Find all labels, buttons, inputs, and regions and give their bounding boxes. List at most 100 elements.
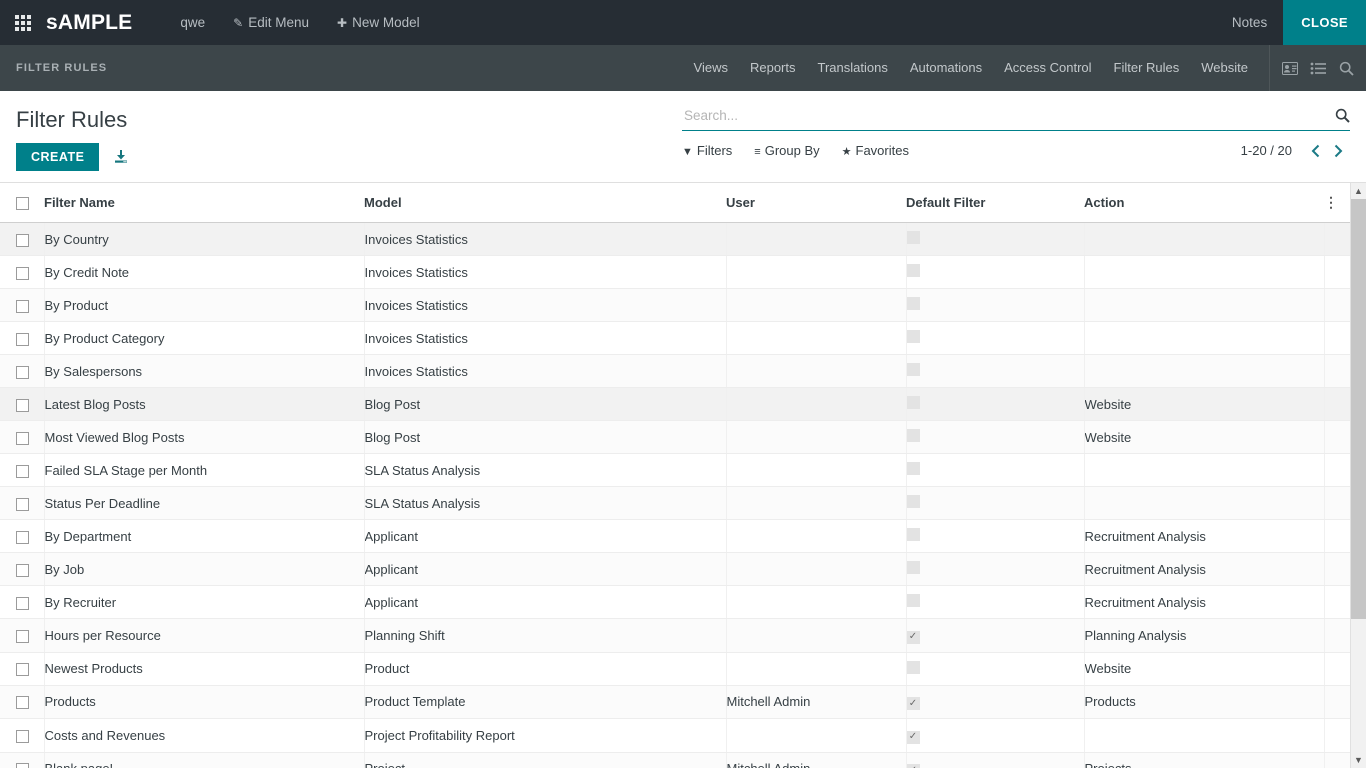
row-checkbox[interactable] <box>16 267 29 280</box>
cell-default-filter <box>906 388 1084 421</box>
row-checkbox[interactable] <box>16 465 29 478</box>
brand-title[interactable]: sAMPLE <box>46 11 132 35</box>
table-row[interactable]: Most Viewed Blog PostsBlog PostWebsite <box>0 421 1350 454</box>
table-row[interactable]: Status Per DeadlineSLA Status Analysis <box>0 487 1350 520</box>
row-checkbox[interactable] <box>16 333 29 346</box>
subnav-item-views[interactable]: Views <box>683 45 739 91</box>
cell-options <box>1324 223 1350 256</box>
table-row[interactable]: Costs and RevenuesProject Profitability … <box>0 719 1350 753</box>
column-header-model[interactable]: Model <box>364 183 726 223</box>
table-row[interactable]: Failed SLA Stage per MonthSLA Status Ana… <box>0 454 1350 487</box>
group-by-dropdown[interactable]: ≡Group By <box>754 143 819 158</box>
chevron-down-icon[interactable]: ▼ <box>1351 752 1366 768</box>
search-input[interactable] <box>682 108 1329 123</box>
checkbox-checked-icon[interactable]: ✓ <box>907 731 920 744</box>
close-button[interactable]: CLOSE <box>1283 0 1366 45</box>
checkbox-unchecked-icon[interactable] <box>907 396 920 409</box>
row-checkbox[interactable] <box>16 531 29 544</box>
apps-grid-icon[interactable] <box>0 0 46 45</box>
table-row[interactable]: Latest Blog PostsBlog PostWebsite <box>0 388 1350 421</box>
checkbox-unchecked-icon[interactable] <box>907 429 920 442</box>
row-checkbox[interactable] <box>16 630 29 643</box>
breadcrumb[interactable]: FILTER RULES <box>0 62 107 74</box>
checkbox-unchecked-icon[interactable] <box>907 561 920 574</box>
import-icon[interactable] <box>113 149 129 165</box>
row-checkbox[interactable] <box>16 597 29 610</box>
column-header-action[interactable]: Action <box>1084 183 1324 223</box>
filter-rules-table: Filter Name Model User Default Filter Ac… <box>0 183 1351 768</box>
pager-previous-button[interactable] <box>1304 144 1327 158</box>
pager-next-button[interactable] <box>1327 144 1350 158</box>
row-checkbox[interactable] <box>16 366 29 379</box>
checkbox-unchecked-icon[interactable] <box>907 264 920 277</box>
select-all-checkbox[interactable] <box>16 197 29 210</box>
checkbox-unchecked-icon[interactable] <box>907 528 920 541</box>
create-button[interactable]: CREATE <box>16 143 99 171</box>
row-checkbox[interactable] <box>16 696 29 709</box>
checkbox-checked-icon[interactable]: ✓ <box>907 631 920 644</box>
checkbox-unchecked-icon[interactable] <box>907 363 920 376</box>
cell-filter-name: Hours per Resource <box>44 619 364 653</box>
nav-item-new-model[interactable]: ✚New Model <box>323 0 434 46</box>
table-row[interactable]: By RecruiterApplicantRecruitment Analysi… <box>0 586 1350 619</box>
nav-item-edit-menu[interactable]: ✎Edit Menu <box>219 0 323 46</box>
checkbox-unchecked-icon[interactable] <box>907 231 920 244</box>
favorites-dropdown[interactable]: ★Favorites <box>842 143 909 158</box>
table-row[interactable]: By CountryInvoices Statistics <box>0 223 1350 256</box>
row-checkbox[interactable] <box>16 663 29 676</box>
row-checkbox[interactable] <box>16 399 29 412</box>
cell-filter-name: By Job <box>44 553 364 586</box>
notes-button[interactable]: Notes <box>1216 0 1283 45</box>
subnav-item-filter-rules[interactable]: Filter Rules <box>1103 45 1191 91</box>
checkbox-unchecked-icon[interactable] <box>907 462 920 475</box>
table-row[interactable]: By JobApplicantRecruitment Analysis <box>0 553 1350 586</box>
row-checkbox[interactable] <box>16 498 29 511</box>
vertical-dots-icon[interactable]: ⋮ <box>1324 197 1338 207</box>
filter-funnel-icon: ▼ <box>682 146 693 158</box>
table-row[interactable]: Hours per ResourcePlanning Shift✓Plannin… <box>0 619 1350 653</box>
row-checkbox[interactable] <box>16 300 29 313</box>
subnav-item-automations[interactable]: Automations <box>899 45 993 91</box>
table-row[interactable]: By SalespersonsInvoices Statistics <box>0 355 1350 388</box>
chevron-up-icon[interactable]: ▲ <box>1351 183 1366 199</box>
subnav-item-translations[interactable]: Translations <box>807 45 899 91</box>
search-icon[interactable] <box>1332 45 1360 91</box>
scrollbar-thumb[interactable] <box>1351 199 1366 619</box>
checkbox-unchecked-icon[interactable] <box>907 594 920 607</box>
checkbox-unchecked-icon[interactable] <box>907 495 920 508</box>
checkbox-checked-icon[interactable]: ✓ <box>907 697 920 710</box>
table-row[interactable]: By Credit NoteInvoices Statistics <box>0 256 1350 289</box>
cell-action: Recruitment Analysis <box>1084 520 1324 553</box>
row-checkbox[interactable] <box>16 763 29 768</box>
column-header-user[interactable]: User <box>726 183 906 223</box>
filters-dropdown[interactable]: ▼Filters <box>682 143 732 158</box>
row-checkbox[interactable] <box>16 564 29 577</box>
table-row[interactable]: By Product CategoryInvoices Statistics <box>0 322 1350 355</box>
cell-filter-name: Most Viewed Blog Posts <box>44 421 364 454</box>
column-header-default-filter[interactable]: Default Filter <box>906 183 1084 223</box>
nav-item-qwe[interactable]: qwe <box>166 0 219 45</box>
search-box[interactable] <box>682 105 1350 131</box>
list-icon[interactable] <box>1304 45 1332 91</box>
vertical-scrollbar[interactable]: ▲ ▼ <box>1350 183 1366 768</box>
checkbox-unchecked-icon[interactable] <box>907 661 920 674</box>
checkbox-unchecked-icon[interactable] <box>907 297 920 310</box>
table-row[interactable]: By DepartmentApplicantRecruitment Analys… <box>0 520 1350 553</box>
subnav-item-access-control[interactable]: Access Control <box>993 45 1102 91</box>
table-row[interactable]: Newest ProductsProductWebsite <box>0 652 1350 685</box>
row-select-cell <box>0 752 44 768</box>
subnav-item-reports[interactable]: Reports <box>739 45 807 91</box>
checkbox-checked-icon[interactable]: ✓ <box>907 764 920 768</box>
table-row[interactable]: By ProductInvoices Statistics <box>0 289 1350 322</box>
row-checkbox[interactable] <box>16 234 29 247</box>
table-row[interactable]: ProductsProduct TemplateMitchell Admin✓P… <box>0 685 1350 719</box>
search-icon[interactable] <box>1329 108 1350 123</box>
cell-options <box>1324 752 1350 768</box>
column-header-filter-name[interactable]: Filter Name <box>44 183 364 223</box>
table-row[interactable]: Blank page!ProjectMitchell Admin✓Project… <box>0 752 1350 768</box>
contact-card-icon[interactable] <box>1276 45 1304 91</box>
row-checkbox[interactable] <box>16 432 29 445</box>
checkbox-unchecked-icon[interactable] <box>907 330 920 343</box>
subnav-item-website[interactable]: Website <box>1190 45 1259 91</box>
row-checkbox[interactable] <box>16 730 29 743</box>
